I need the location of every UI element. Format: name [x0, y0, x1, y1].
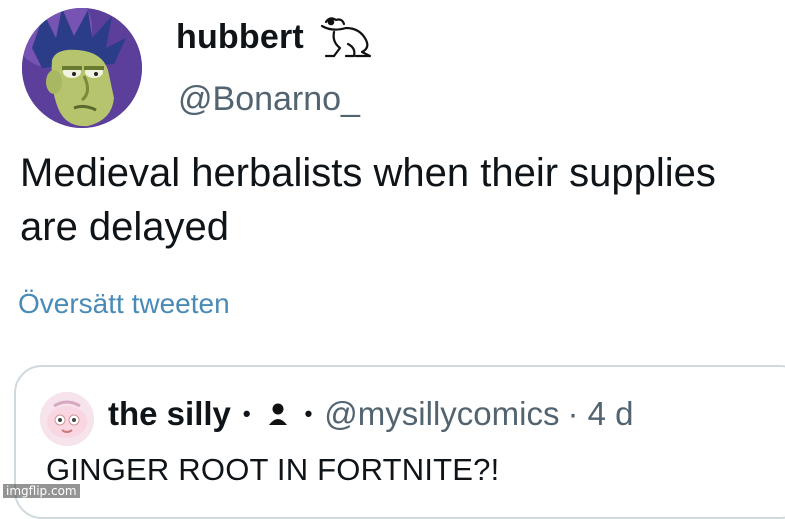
quote-avatar-image	[40, 392, 94, 446]
quote-tweet-card[interactable]	[14, 365, 785, 519]
separator-dot: •	[242, 401, 251, 426]
watermark: imgflip.com	[3, 484, 80, 498]
frog-icon	[320, 17, 372, 58]
display-name[interactable]: hubbert	[176, 18, 304, 57]
avatar-image	[22, 8, 142, 128]
handle[interactable]: @Bonarno_	[178, 80, 360, 119]
quote-handle[interactable]: @mysillycomics	[324, 395, 559, 433]
quote-display-name[interactable]: the silly	[108, 395, 231, 433]
quote-header: the silly • • @mysillycomics · 4 d	[108, 395, 634, 433]
tweet: hubbert @Bonarno_ Medieval herbalists wh…	[0, 0, 785, 519]
quote-text: GINGER ROOT IN FORTNITE?!	[46, 452, 500, 487]
person-icon	[268, 403, 287, 425]
separator-dot: •	[304, 401, 313, 426]
quote-avatar[interactable]	[40, 392, 94, 446]
translate-tweet-link[interactable]: Översätt tweeten	[18, 288, 230, 320]
quote-timestamp[interactable]: · 4 d	[567, 395, 633, 433]
tweet-text: Medieval herbalists when their supplies …	[20, 151, 716, 249]
display-name-row: hubbert	[176, 14, 376, 60]
avatar[interactable]	[22, 8, 142, 128]
